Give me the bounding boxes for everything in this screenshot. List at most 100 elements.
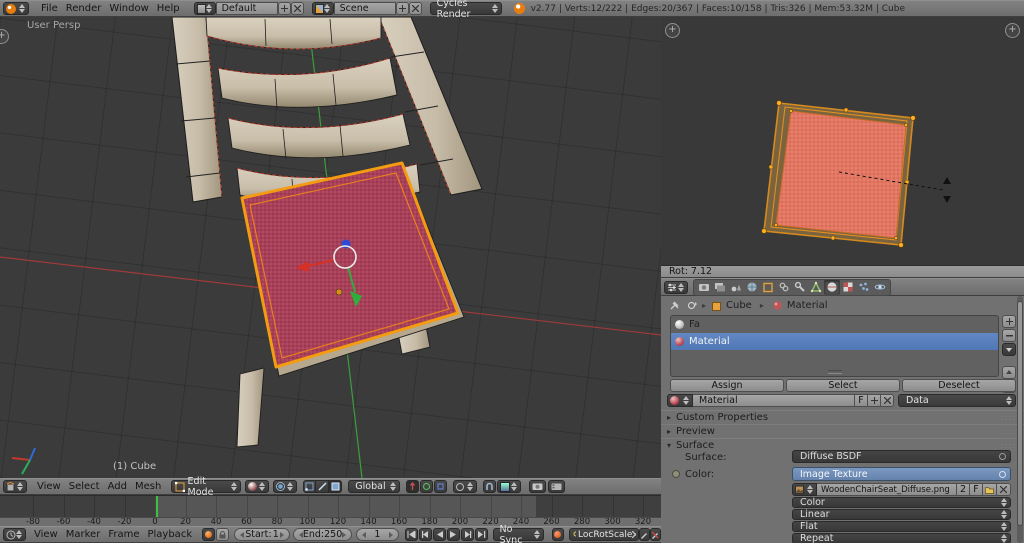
menu-view[interactable]: View xyxy=(30,527,62,542)
editor-type-button[interactable] xyxy=(3,2,29,15)
material-slot-row[interactable]: Fa xyxy=(671,316,998,333)
menu-mesh[interactable]: Mesh xyxy=(131,479,165,494)
list-resize-grip[interactable] xyxy=(828,370,842,374)
new-material-button[interactable] xyxy=(868,394,881,407)
material-name-field[interactable]: Material xyxy=(693,394,855,407)
assign-button[interactable]: Assign xyxy=(670,379,784,392)
panel-drag-grip[interactable]: :::: xyxy=(1001,427,1016,436)
opengl-render-image-button[interactable] xyxy=(529,480,546,493)
surface-shader-select[interactable]: Diffuse BSDF xyxy=(792,450,1011,463)
prev-keyframe-button[interactable] xyxy=(419,528,432,541)
vertex-select-button[interactable] xyxy=(303,480,316,493)
remove-slot-button[interactable] xyxy=(1002,329,1016,342)
increment-icon[interactable] xyxy=(389,532,393,538)
insert-keyframe-button[interactable] xyxy=(639,528,650,541)
edge-select-button[interactable] xyxy=(316,480,329,493)
add-layout-button[interactable] xyxy=(278,2,291,15)
menu-select[interactable]: Select xyxy=(65,479,104,494)
panel-drag-grip[interactable]: :::: xyxy=(1001,413,1016,422)
move-slot-up-button[interactable] xyxy=(1002,366,1016,379)
decrement-icon[interactable] xyxy=(362,532,366,538)
menu-render[interactable]: Render xyxy=(62,1,106,16)
auto-keyframe-button[interactable] xyxy=(202,528,215,541)
region-expand-button[interactable]: + xyxy=(1005,23,1020,38)
image-name-field[interactable]: WoodenChairSeat_Diffuse.png xyxy=(817,483,957,496)
translate-manipulator-button[interactable] xyxy=(406,480,419,493)
material-browse-button[interactable] xyxy=(667,394,693,407)
tab-physics[interactable] xyxy=(872,280,888,295)
keyingset-lock-button[interactable] xyxy=(216,528,229,541)
record-button[interactable] xyxy=(552,528,563,541)
menu-help[interactable]: Help xyxy=(153,1,184,16)
color-input-select[interactable]: Image Texture xyxy=(792,467,1011,481)
menu-marker[interactable]: Marker xyxy=(62,527,105,542)
scrollbar-track[interactable] xyxy=(1017,296,1023,543)
browse-context-icon[interactable] xyxy=(686,300,697,311)
viewport-shading-select[interactable] xyxy=(245,480,269,493)
frame-start-field[interactable]: Start: 1 xyxy=(234,528,290,541)
pivot-point-select[interactable] xyxy=(273,480,297,493)
panel-preview[interactable]: ▸ Preview :::: xyxy=(661,424,1024,439)
material-slots-list[interactable]: Fa Material xyxy=(670,315,999,377)
transform-orientation-select[interactable]: Global xyxy=(348,480,400,493)
image-fake-user-button[interactable]: F xyxy=(970,483,983,496)
breadcrumb-object[interactable]: Cube xyxy=(726,300,752,311)
snap-toggle-button[interactable] xyxy=(483,480,496,493)
close-scene-button[interactable] xyxy=(409,2,422,15)
close-icon[interactable] xyxy=(632,531,635,538)
snap-element-select[interactable] xyxy=(497,480,521,493)
pin-icon[interactable] xyxy=(669,300,680,311)
tab-scene[interactable] xyxy=(728,280,744,295)
current-frame-field[interactable]: 1 xyxy=(356,528,398,541)
face-select-button[interactable] xyxy=(329,480,342,493)
tab-render[interactable] xyxy=(696,280,712,295)
timeline-tracks[interactable] xyxy=(0,495,661,518)
increment-icon[interactable] xyxy=(342,532,346,538)
menu-view[interactable]: View xyxy=(33,479,65,494)
frame-end-field[interactable]: End: 250 xyxy=(293,528,352,541)
fake-user-button[interactable]: F xyxy=(855,394,868,407)
projection-select[interactable]: Flat xyxy=(792,521,1011,532)
image-browse-button[interactable] xyxy=(792,483,817,496)
render-engine-select[interactable]: Cycles Render xyxy=(430,2,502,15)
scene-name-field[interactable]: Scene xyxy=(334,2,396,15)
current-frame-playhead[interactable] xyxy=(156,496,158,518)
tab-object[interactable] xyxy=(760,280,776,295)
sync-mode-select[interactable]: No Sync xyxy=(493,528,545,541)
tab-material[interactable] xyxy=(824,280,840,295)
keying-set-field[interactable]: LocRotScale xyxy=(569,528,639,541)
editor-type-button[interactable] xyxy=(3,528,26,541)
interaction-mode-select[interactable]: Edit Mode xyxy=(171,480,241,493)
image-output-select[interactable]: Color xyxy=(792,497,1011,508)
tab-particles[interactable] xyxy=(856,280,872,295)
menu-file[interactable]: File xyxy=(37,1,62,16)
menu-frame[interactable]: Frame xyxy=(104,527,143,542)
delete-keyframe-button[interactable] xyxy=(650,528,661,541)
menu-window[interactable]: Window xyxy=(105,1,152,16)
scrollbar-thumb[interactable] xyxy=(1017,301,1023,526)
tab-modifiers[interactable] xyxy=(792,280,808,295)
scale-manipulator-button[interactable] xyxy=(434,480,447,493)
add-scene-button[interactable] xyxy=(396,2,409,15)
opengl-render-anim-button[interactable] xyxy=(548,480,565,493)
extension-select[interactable]: Repeat xyxy=(792,533,1011,543)
editor-type-button[interactable] xyxy=(664,281,688,294)
rotate-manipulator-button[interactable] xyxy=(420,480,433,493)
menu-playback[interactable]: Playback xyxy=(143,527,196,542)
breadcrumb-data[interactable]: Material xyxy=(787,300,828,311)
scene-browse-button[interactable] xyxy=(312,2,334,15)
link-data-select[interactable]: Data xyxy=(898,394,1016,407)
play-button[interactable] xyxy=(447,528,460,541)
tab-texture[interactable] xyxy=(840,280,856,295)
interpolation-select[interactable]: Linear xyxy=(792,509,1011,520)
add-slot-button[interactable] xyxy=(1002,315,1016,328)
viewport-3d[interactable]: + User Persp (1) Cube xyxy=(0,17,662,478)
unlink-image-button[interactable] xyxy=(997,483,1011,496)
tab-render-layers[interactable] xyxy=(712,280,728,295)
tab-object-data[interactable] xyxy=(808,280,824,295)
deselect-button[interactable]: Deselect xyxy=(902,379,1016,392)
image-users-button[interactable]: 2 xyxy=(957,483,970,496)
editor-type-button[interactable] xyxy=(3,480,27,493)
screen-layout-browse-button[interactable] xyxy=(194,2,216,15)
chair-seat-selected-face[interactable] xyxy=(242,163,464,376)
